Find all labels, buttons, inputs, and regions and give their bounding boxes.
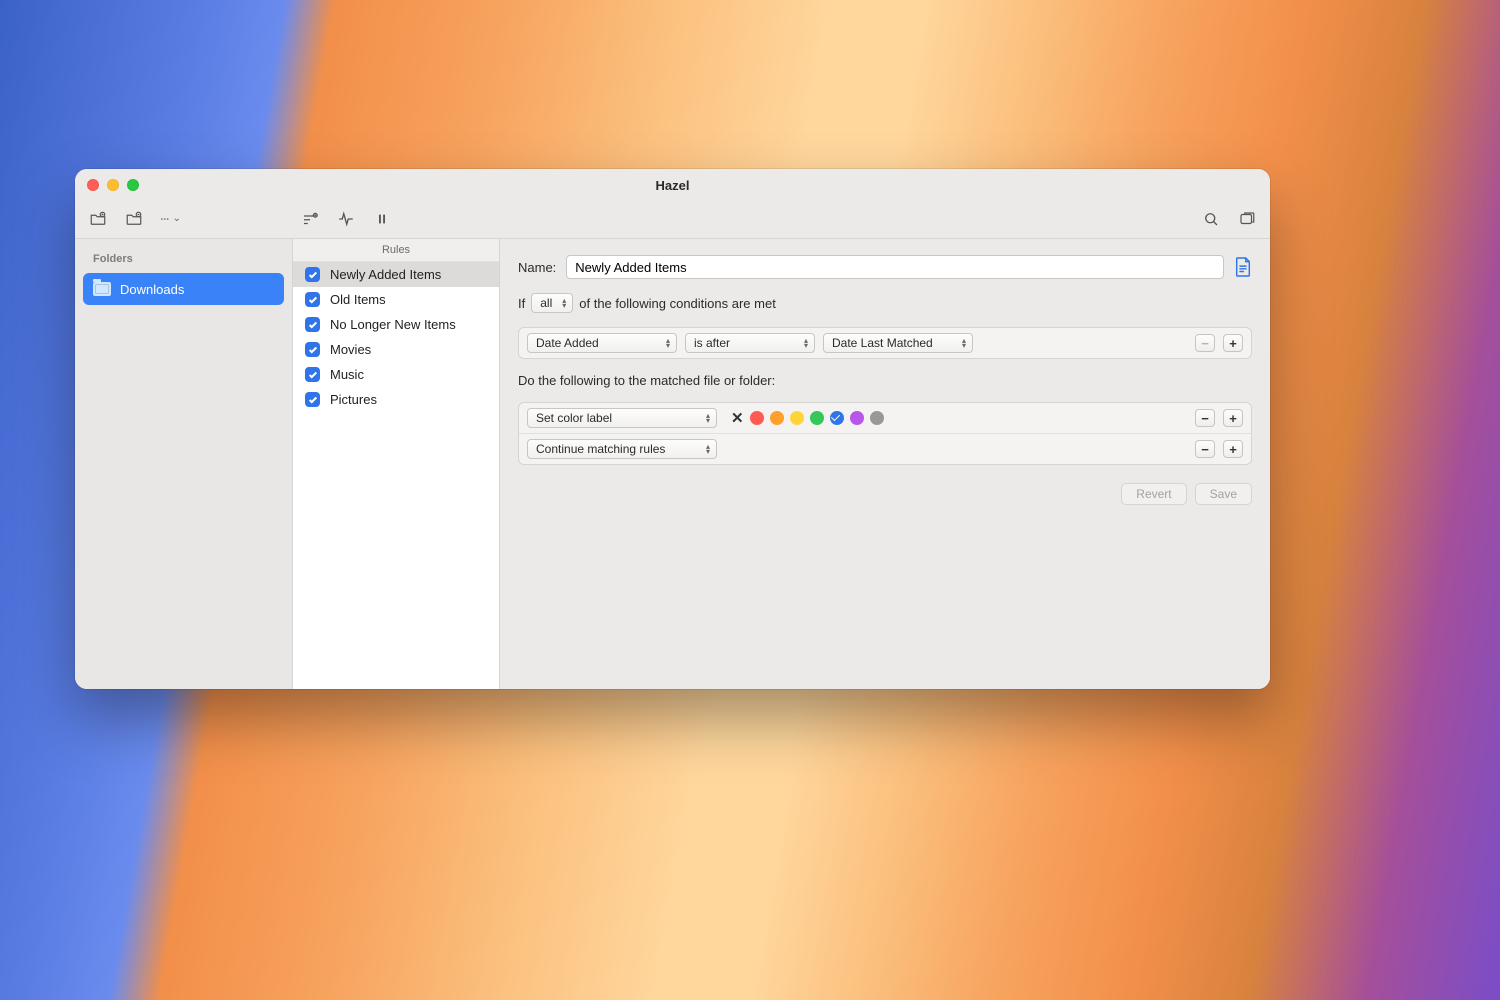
actions-label: Do the following to the matched file or …: [518, 373, 1252, 388]
rule-label: Newly Added Items: [330, 267, 441, 282]
rules-list: Rules Newly Added Items Old Items No Lon…: [293, 239, 500, 689]
desktop-wallpaper: Hazel ⌄: [0, 0, 1500, 1000]
name-row: Name:: [518, 255, 1252, 279]
rule-checkbox[interactable]: [305, 317, 320, 332]
remove-folder-button[interactable]: [123, 208, 145, 230]
revert-button[interactable]: Revert: [1121, 483, 1186, 505]
color-orange[interactable]: [770, 411, 784, 425]
rule-item[interactable]: Pictures: [293, 387, 499, 412]
rule-item[interactable]: Movies: [293, 337, 499, 362]
activity-button[interactable]: [335, 208, 357, 230]
add-action-button[interactable]: +: [1223, 440, 1243, 458]
color-yellow[interactable]: [790, 411, 804, 425]
color-clear-button[interactable]: ✕: [731, 409, 744, 427]
if-suffix: of the following conditions are met: [579, 296, 776, 311]
rules-header: Rules: [293, 239, 499, 262]
pause-button[interactable]: [371, 208, 393, 230]
rule-checkbox[interactable]: [305, 267, 320, 282]
color-blue[interactable]: [830, 411, 844, 425]
condition-row: Date Added is after Date Last Matched − …: [519, 328, 1251, 358]
action-row: Continue matching rules − +: [519, 433, 1251, 464]
condition-operator-select[interactable]: is after: [685, 333, 815, 353]
sidebar-header: Folders: [75, 247, 292, 271]
actions-panel: Set color label ✕: [518, 402, 1252, 465]
action-row: Set color label ✕: [519, 403, 1251, 433]
if-scope-select[interactable]: all: [531, 293, 573, 313]
rule-item[interactable]: Old Items: [293, 287, 499, 312]
conditions-panel: Date Added is after Date Last Matched − …: [518, 327, 1252, 359]
if-clause: If all of the following conditions are m…: [518, 293, 1252, 313]
rule-label: Movies: [330, 342, 371, 357]
folder-actions-menu[interactable]: ⌄: [159, 208, 181, 230]
rule-label: Music: [330, 367, 364, 382]
remove-condition-button[interactable]: −: [1195, 334, 1215, 352]
notes-icon[interactable]: [1234, 256, 1252, 278]
remove-action-button[interactable]: −: [1195, 440, 1215, 458]
rule-checkbox[interactable]: [305, 392, 320, 407]
if-prefix: If: [518, 296, 525, 311]
rule-name-input[interactable]: [566, 255, 1224, 279]
rule-checkbox[interactable]: [305, 342, 320, 357]
rule-item[interactable]: Newly Added Items: [293, 262, 499, 287]
window-title: Hazel: [75, 178, 1270, 193]
rule-detail-pane: Name: If all of the following conditions…: [500, 239, 1270, 689]
remove-action-button[interactable]: −: [1195, 409, 1215, 427]
add-action-button[interactable]: +: [1223, 409, 1243, 427]
color-red[interactable]: [750, 411, 764, 425]
save-button[interactable]: Save: [1195, 483, 1252, 505]
app-window: Hazel ⌄: [75, 169, 1270, 689]
condition-attribute-select[interactable]: Date Added: [527, 333, 677, 353]
color-label-picker: ✕: [731, 409, 884, 427]
search-button[interactable]: [1200, 208, 1222, 230]
rule-label: Pictures: [330, 392, 377, 407]
sidebar-item-label: Downloads: [120, 282, 184, 297]
rule-label: No Longer New Items: [330, 317, 456, 332]
titlebar: Hazel: [75, 169, 1270, 201]
sidebar-item-downloads[interactable]: Downloads: [83, 273, 284, 305]
name-label: Name:: [518, 260, 556, 275]
folder-icon: [93, 282, 111, 296]
chevron-down-icon: ⌄: [173, 213, 181, 224]
action-type-select[interactable]: Set color label: [527, 408, 717, 428]
detail-footer: Revert Save: [518, 483, 1252, 505]
detach-button[interactable]: [1236, 208, 1258, 230]
color-gray[interactable]: [870, 411, 884, 425]
color-purple[interactable]: [850, 411, 864, 425]
rule-item[interactable]: Music: [293, 362, 499, 387]
add-folder-button[interactable]: [87, 208, 109, 230]
folders-sidebar: Folders Downloads: [75, 239, 293, 689]
rule-status-button[interactable]: [299, 208, 321, 230]
toolbar: ⌄: [75, 201, 1270, 239]
color-green[interactable]: [810, 411, 824, 425]
rule-checkbox[interactable]: [305, 367, 320, 382]
rule-item[interactable]: No Longer New Items: [293, 312, 499, 337]
add-condition-button[interactable]: +: [1223, 334, 1243, 352]
rule-checkbox[interactable]: [305, 292, 320, 307]
rule-label: Old Items: [330, 292, 386, 307]
window-body: Folders Downloads Rules Newly Added Item…: [75, 239, 1270, 689]
condition-value-select[interactable]: Date Last Matched: [823, 333, 973, 353]
action-type-select[interactable]: Continue matching rules: [527, 439, 717, 459]
